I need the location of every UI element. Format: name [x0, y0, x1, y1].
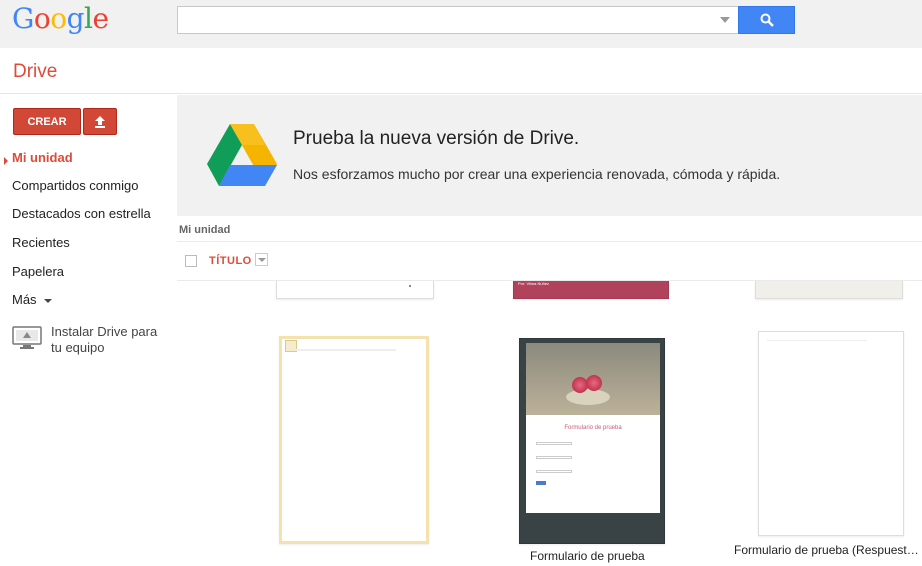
- promo-banner: Prueba la nueva versión de Drive. Nos es…: [177, 95, 922, 216]
- form-header-image: [526, 343, 660, 415]
- file-thumbnail-partial[interactable]: Por: Vilma Núñez: [513, 281, 669, 299]
- create-button[interactable]: CREAR: [13, 108, 81, 135]
- google-logo[interactable]: Google: [12, 2, 109, 35]
- app-bar: Drive: [0, 48, 922, 94]
- top-bar: Google: [0, 0, 922, 48]
- file-caption[interactable]: Formulario de prueba (Respuest…: [734, 543, 919, 557]
- sheet-preview: [296, 349, 396, 351]
- file-thumbnail-responses[interactable]: [758, 331, 904, 536]
- thumbnail-dot: [409, 285, 411, 287]
- file-thumbnail-partial[interactable]: [276, 281, 434, 299]
- sidebar-item-compartidos[interactable]: Compartidos conmigo: [12, 178, 138, 193]
- sidebar-item-mas[interactable]: Más: [12, 292, 53, 307]
- upload-icon: [95, 115, 105, 128]
- sort-dropdown-button[interactable]: [255, 253, 268, 266]
- logo-letter: e: [92, 2, 110, 35]
- upload-button[interactable]: [83, 108, 117, 135]
- search-options-chevron-icon[interactable]: [720, 17, 730, 23]
- image-rose: [586, 375, 602, 391]
- form-preview: Formulario de prueba: [526, 415, 660, 513]
- promo-title: Prueba la nueva versión de Drive.: [293, 128, 580, 149]
- form-field: [536, 470, 572, 473]
- logo-letter: o: [50, 2, 67, 35]
- divider: [177, 241, 922, 242]
- logo-letter: G: [12, 2, 34, 35]
- search-button[interactable]: [738, 6, 795, 34]
- sidebar-item-destacados[interactable]: Destacados con estrella: [12, 206, 151, 221]
- breadcrumb[interactable]: Mi unidad: [179, 224, 230, 236]
- active-item-arrow-icon: [4, 157, 8, 165]
- logo-letter: g: [66, 2, 85, 35]
- search-input[interactable]: [177, 6, 739, 34]
- google-drive-logo-icon: [207, 124, 277, 186]
- search-icon: [760, 13, 774, 27]
- logo-letter: l: [84, 2, 93, 35]
- chevron-down-icon: [44, 298, 53, 303]
- file-thumbnail-form[interactable]: Formulario de prueba: [519, 338, 665, 544]
- form-preview-title: Formulario de prueba: [564, 425, 622, 431]
- form-field: [536, 442, 572, 445]
- thumbnail-caption-text: Por: Vilma Núñez: [518, 281, 550, 286]
- sheet-preview: [767, 340, 867, 341]
- promo-text: Nos esforzamos mucho por crear una exper…: [293, 166, 781, 182]
- sidebar-item-papelera[interactable]: Papelera: [12, 264, 64, 279]
- sidebar-item-mas-label: Más: [12, 292, 37, 307]
- form-field: [536, 456, 572, 459]
- select-all-checkbox[interactable]: [185, 255, 197, 267]
- monitor-icon: [12, 326, 42, 349]
- file-caption[interactable]: Formulario de prueba: [530, 549, 645, 563]
- image-stone: [566, 389, 610, 405]
- column-header-title[interactable]: TÍTULO: [209, 255, 252, 267]
- sidebar-item-recientes[interactable]: Recientes: [12, 235, 70, 250]
- install-drive-label: Instalar Drive para tu equipo: [51, 324, 158, 355]
- form-submit-preview: [536, 481, 546, 485]
- file-thumbnail-partial[interactable]: [755, 281, 903, 299]
- sidebar-item-mi-unidad[interactable]: Mi unidad: [12, 150, 73, 165]
- file-thumbnail-spreadsheet[interactable]: [279, 336, 429, 544]
- app-title: Drive: [13, 61, 58, 82]
- logo-letter: o: [33, 2, 51, 35]
